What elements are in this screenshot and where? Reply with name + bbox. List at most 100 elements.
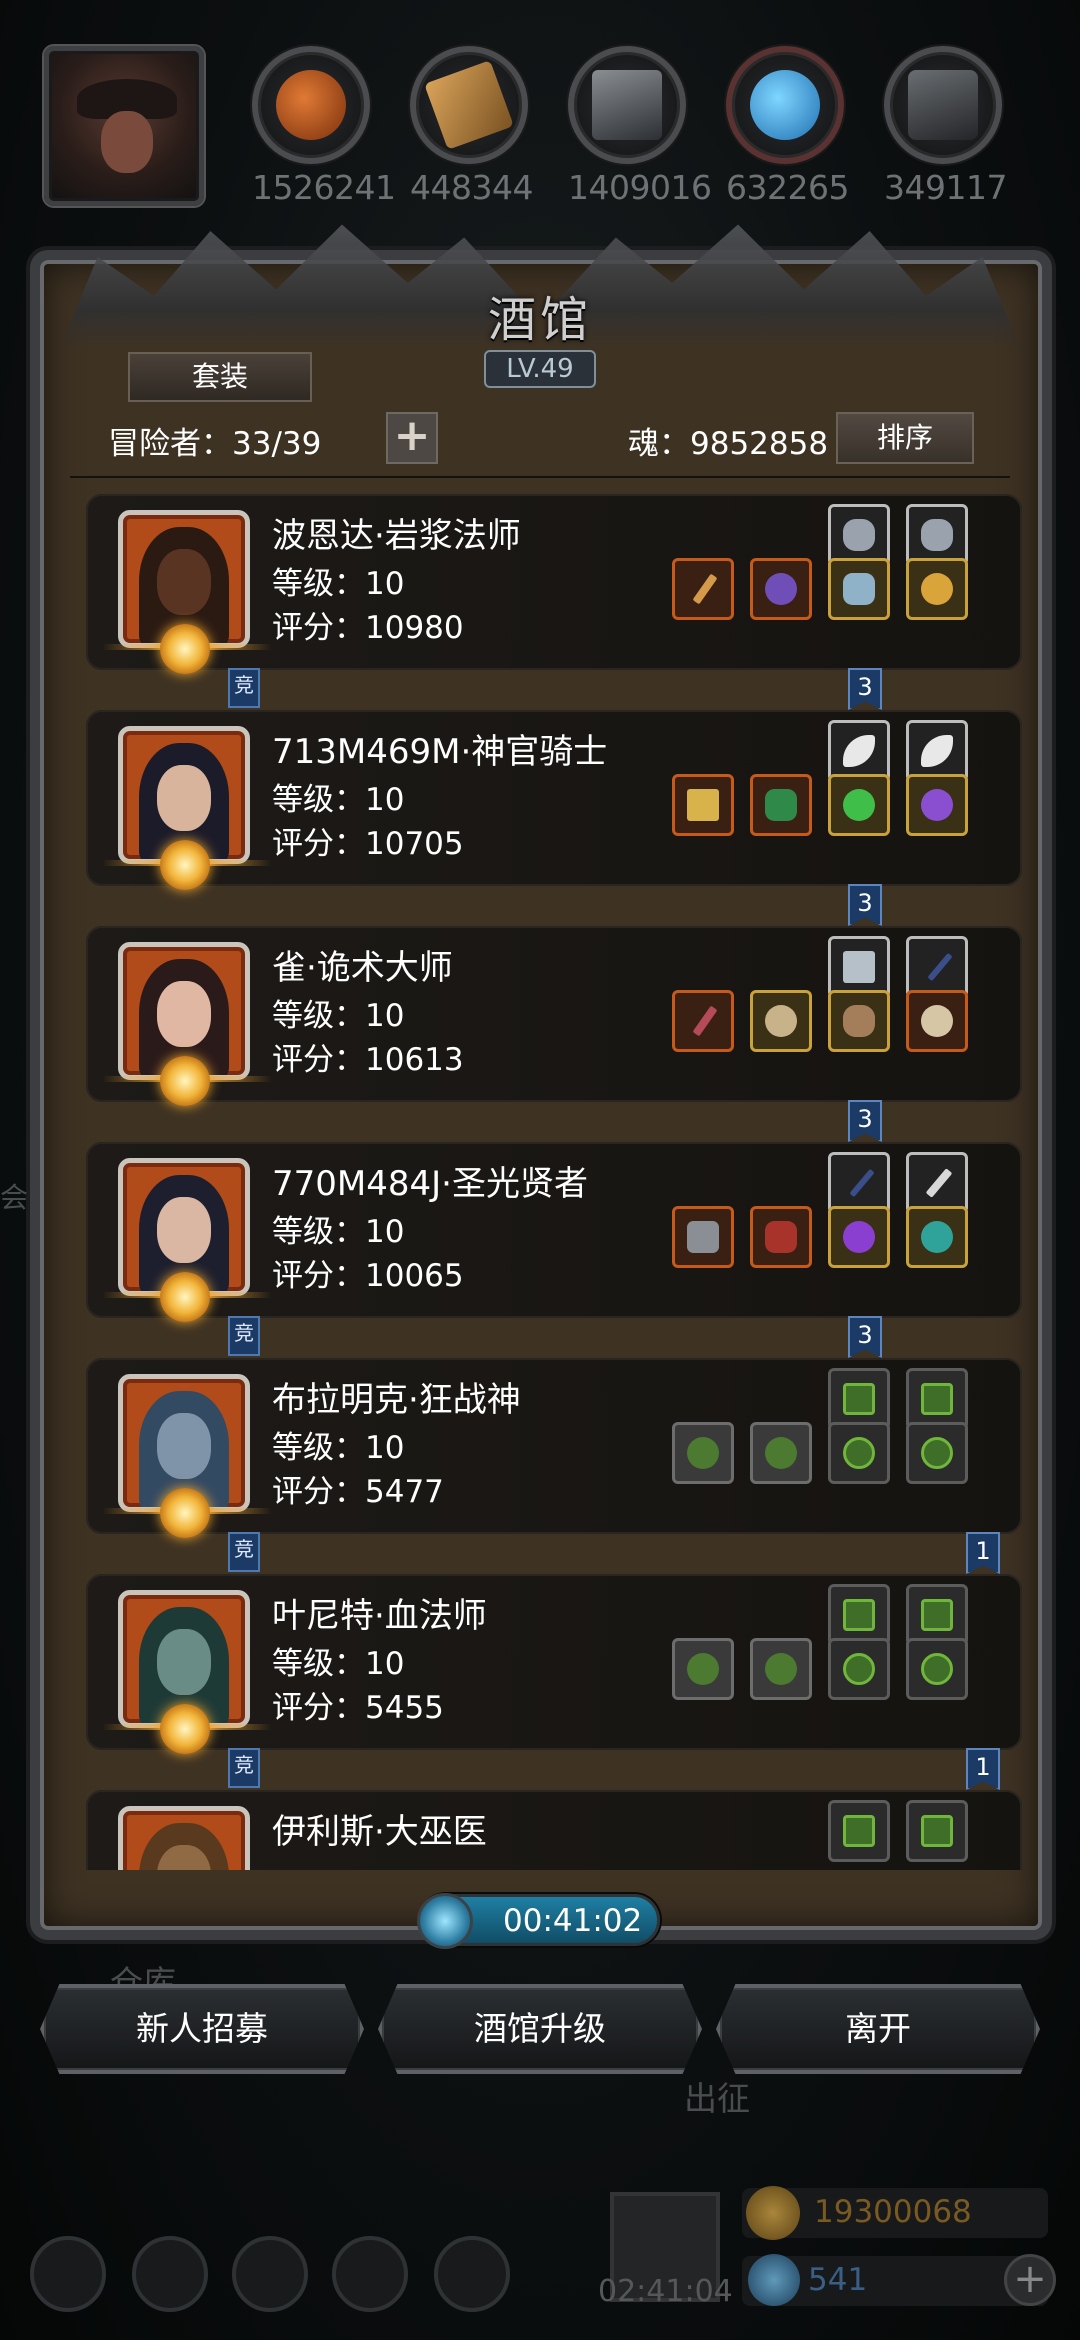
hero-name: 布拉明克·狂战神: [272, 1380, 521, 1420]
star-rank-icon: [160, 1488, 210, 1538]
star-count-badge: 1: [966, 1532, 1000, 1574]
hero-level: 等级：10: [272, 1430, 405, 1466]
menu-icon[interactable]: [30, 2236, 106, 2312]
settings-icon[interactable]: [434, 2236, 510, 2312]
hero-card[interactable]: 叶尼特·血法师 等级：10 评分：5455 竞 1: [86, 1574, 1022, 1790]
add-capacity-button[interactable]: +: [386, 412, 438, 464]
sigil-rune-icon[interactable]: [828, 936, 890, 998]
hero-card[interactable]: 713M469M·神官骑士 等级：10 评分：10705 3: [86, 710, 1022, 926]
gold-balance: 19300068: [742, 2186, 1048, 2240]
empty-accessory-slot-icon[interactable]: [906, 1638, 968, 1700]
hero-level: 等级：10: [272, 1646, 405, 1682]
chest-timer: 02:41:04: [598, 2274, 733, 2309]
hammer-icon[interactable]: [672, 774, 734, 836]
empty-rune-slot-icon[interactable]: [828, 1584, 890, 1646]
set-button[interactable]: 套装: [128, 352, 312, 402]
empty-weapon-slot-icon[interactable]: [672, 1638, 734, 1700]
hero-name: 713M469M·神官骑士: [272, 732, 608, 772]
resource-value: 1526241: [252, 168, 396, 207]
empty-accessory-slot-icon[interactable]: [828, 1638, 890, 1700]
tavern-level-badge: LV.49: [484, 350, 596, 388]
mail-icon[interactable]: [332, 2236, 408, 2312]
ring-icon[interactable]: [906, 990, 968, 1052]
clock-icon: [417, 1893, 473, 1949]
empty-armor-slot-icon[interactable]: [750, 1638, 812, 1700]
refresh-timer: 00:41:02: [417, 1893, 660, 1949]
blade-rune-icon[interactable]: [828, 1152, 890, 1214]
gold-value: 19300068: [814, 2194, 972, 2230]
resource-stone[interactable]: 349117: [884, 46, 1007, 207]
soul-count: 魂：9852858: [628, 426, 829, 462]
blade-rune-icon[interactable]: [906, 936, 968, 998]
armor-icon[interactable]: [750, 774, 812, 836]
empty-rune-slot-icon[interactable]: [906, 1800, 968, 1862]
wing-rune-icon[interactable]: [828, 720, 890, 782]
recruit-button[interactable]: 新人招募: [40, 1984, 364, 2074]
hero-score: 评分：10705: [272, 826, 464, 862]
hero-name: 雀·诡术大师: [272, 948, 453, 988]
hero-card[interactable]: 伊利斯·大巫医: [86, 1790, 1022, 1870]
resource-crystal[interactable]: 632265: [726, 46, 849, 207]
hero-score: 评分：10065: [272, 1258, 464, 1294]
helmet-icon[interactable]: [750, 558, 812, 620]
hero-card[interactable]: 波恩达·岩浆法师 等级：10 评分：10980 竞 3: [86, 494, 1022, 710]
hero-list[interactable]: 波恩达·岩浆法师 等级：10 评分：10980 竞 3 713M469M·神官骑…: [50, 486, 1030, 1870]
empty-rune-slot-icon[interactable]: [828, 1800, 890, 1862]
orb-icon[interactable]: [828, 1206, 890, 1268]
header-divider: [70, 476, 1010, 478]
hero-score: 评分：10613: [272, 1042, 464, 1078]
helmet-icon[interactable]: [750, 990, 812, 1052]
star-rank-icon: [160, 624, 210, 674]
add-gems-button[interactable]: +: [1004, 2254, 1056, 2306]
necklace-icon[interactable]: [828, 558, 890, 620]
axe-icon[interactable]: [672, 1206, 734, 1268]
hero-level: 等级：10: [272, 1214, 405, 1250]
dagger-icon[interactable]: [672, 990, 734, 1052]
empty-rune-slot-icon[interactable]: [906, 1584, 968, 1646]
bracelet-icon[interactable]: [906, 1206, 968, 1268]
hero-name: 叶尼特·血法师: [272, 1596, 487, 1636]
hero-name: 伊利斯·大巫医: [272, 1812, 487, 1852]
hero-card[interactable]: 雀·诡术大师 等级：10 评分：10613 3: [86, 926, 1022, 1142]
iron-icon: [592, 70, 662, 140]
star-rank-icon: [160, 840, 210, 890]
mask-rune-icon[interactable]: [906, 504, 968, 566]
resource-value: 632265: [726, 168, 849, 207]
wing-rune-icon[interactable]: [906, 720, 968, 782]
armor-icon[interactable]: [750, 1206, 812, 1268]
player-portrait[interactable]: [44, 46, 204, 206]
tower-icon[interactable]: [232, 2236, 308, 2312]
guild-icon[interactable]: [132, 2236, 208, 2312]
empty-armor-slot-icon[interactable]: [750, 1422, 812, 1484]
hero-card[interactable]: 布拉明克·狂战神 等级：10 评分：5477 竞 1: [86, 1358, 1022, 1574]
ring-icon[interactable]: [906, 558, 968, 620]
empty-rune-slot-icon[interactable]: [828, 1368, 890, 1430]
arena-tag: 竞: [228, 668, 260, 708]
star-count-badge: 3: [848, 884, 882, 926]
upgrade-tavern-button[interactable]: 酒馆升级: [378, 1984, 702, 2074]
mask-icon[interactable]: [828, 990, 890, 1052]
mask-rune-icon[interactable]: [828, 504, 890, 566]
empty-weapon-slot-icon[interactable]: [672, 1422, 734, 1484]
page-title: 酒馆: [487, 292, 592, 348]
staff-icon[interactable]: [672, 558, 734, 620]
star-rank-icon: [160, 1056, 210, 1106]
hero-level: 等级：10: [272, 566, 405, 602]
resource-value: 349117: [884, 168, 1007, 207]
amulet-icon[interactable]: [828, 774, 890, 836]
blade-rune-icon[interactable]: [906, 1152, 968, 1214]
star-count-badge: 3: [848, 1316, 882, 1358]
resource-meat[interactable]: 1526241: [252, 46, 396, 207]
star-count-badge: 3: [848, 1100, 882, 1142]
sort-button[interactable]: 排序: [836, 412, 974, 464]
empty-accessory-slot-icon[interactable]: [828, 1422, 890, 1484]
resource-iron[interactable]: 1409016: [568, 46, 712, 207]
resource-wood[interactable]: 448344: [410, 46, 533, 207]
timer-text: 00:41:02: [503, 1903, 643, 1939]
arena-tag: 竞: [228, 1316, 260, 1356]
empty-rune-slot-icon[interactable]: [906, 1368, 968, 1430]
leave-button[interactable]: 离开: [716, 1984, 1040, 2074]
ring-icon[interactable]: [906, 774, 968, 836]
empty-accessory-slot-icon[interactable]: [906, 1422, 968, 1484]
hero-card[interactable]: 770M484J·圣光贤者 等级：10 评分：10065 竞 3: [86, 1142, 1022, 1358]
